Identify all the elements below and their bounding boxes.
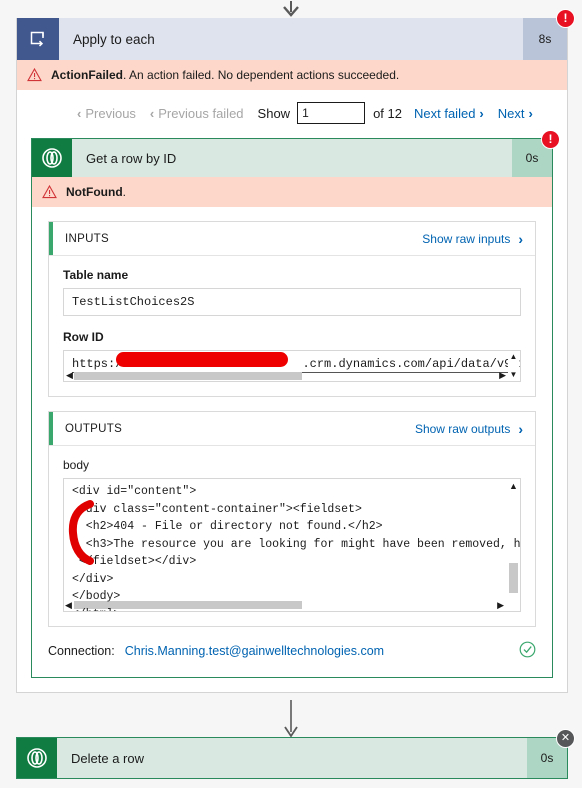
- get-row-failure-message: .: [122, 185, 126, 199]
- get-row-action-wrapper: ! Get a row by ID 0s NotFound . INPUTS S…: [17, 130, 567, 692]
- warning-triangle-icon-2: [42, 185, 57, 199]
- table-name-label: Table name: [63, 268, 129, 282]
- show-label: Show: [257, 105, 291, 121]
- dataverse-icon: [32, 139, 72, 177]
- get-row-failure-banner: NotFound .: [32, 177, 552, 207]
- get-row-by-id-card[interactable]: ! Get a row by ID 0s NotFound . INPUTS S…: [31, 130, 560, 678]
- inputs-fields: Table name TestListChoices2S Row ID http…: [49, 256, 535, 396]
- failure-code: ActionFailed: [51, 68, 124, 82]
- row-id-suffix: .crm.dynamics.com/api/data/v9.1/cr: [302, 357, 520, 371]
- previous-label: Previous: [85, 105, 136, 121]
- flow-run-details-page: ! Apply to each 8s ActionFailed . An act…: [0, 0, 582, 788]
- row-id-value-box[interactable]: https:/XXXXXXXXXXXXXXXXXXXXXXXXX.crm.dyn…: [63, 350, 521, 382]
- get-row-failure-code: NotFound: [66, 185, 123, 199]
- mid-connector-arrow: [0, 700, 582, 740]
- down-arrow-icon-2: [284, 700, 298, 738]
- body-label: body: [63, 458, 90, 472]
- table-name-value[interactable]: TestListChoices2S: [63, 288, 521, 316]
- row-id-prefix: https:/: [72, 357, 123, 371]
- get-row-error-badge: !: [541, 130, 560, 149]
- row-id-label: Row ID: [63, 330, 104, 344]
- delete-a-row-header[interactable]: Delete a row 0s: [17, 738, 567, 778]
- apply-to-each-header[interactable]: Apply to each 8s: [17, 18, 567, 60]
- show-raw-outputs-label: Show raw outputs: [414, 421, 511, 436]
- inputs-section: INPUTS Show raw inputs › Table name Test…: [48, 221, 536, 397]
- next-label: Next: [497, 105, 525, 121]
- down-arrow-icon: [283, 1, 299, 17]
- outputs-fields: body <div id="content"> <div class="cont…: [49, 446, 535, 626]
- connection-value[interactable]: Chris.Manning.test@gainwelltechnologies.…: [125, 644, 384, 658]
- chevron-right-icon: ›: [479, 105, 484, 121]
- chevron-right-icon-3: ›: [518, 230, 523, 247]
- scroll-left-arrow-icon[interactable]: ◀: [66, 371, 73, 380]
- next-button[interactable]: Next ›: [498, 106, 533, 121]
- outputs-accent-bar: [49, 412, 53, 445]
- inputs-accent-bar: [49, 222, 53, 255]
- row-id-scroll-thumb[interactable]: [74, 372, 302, 380]
- scroll-up-arrow-icon[interactable]: ▲: [510, 352, 518, 361]
- inputs-title: INPUTS: [65, 232, 109, 245]
- apply-to-each-failure-banner: ActionFailed . An action failed. No depe…: [17, 60, 567, 90]
- delete-a-row-close-badge[interactable]: ✕: [556, 729, 575, 748]
- apply-to-each-error-badge: !: [556, 9, 575, 28]
- previous-button[interactable]: ‹ Previous: [77, 106, 136, 121]
- next-failed-button[interactable]: Next failed ›: [414, 106, 484, 121]
- top-connector-arrow: [0, 0, 582, 18]
- show-raw-inputs-label: Show raw inputs: [422, 231, 511, 246]
- chevron-right-icon-4: ›: [518, 420, 523, 437]
- chevron-right-icon-2: ›: [528, 105, 533, 121]
- scroll-right-arrow-icon[interactable]: ▶: [499, 371, 506, 380]
- get-row-header[interactable]: Get a row by ID 0s: [32, 139, 552, 177]
- body-value-box[interactable]: <div id="content"> <div class="content-c…: [63, 478, 521, 612]
- outputs-section: OUTPUTS Show raw outputs › body <div id=…: [48, 411, 536, 627]
- loop-icon: [17, 18, 59, 60]
- chevron-left-icon: ‹: [77, 105, 82, 121]
- failure-message: . An action failed. No dependent actions…: [123, 68, 400, 82]
- get-row-title: Get a row by ID: [86, 150, 177, 166]
- redaction-mark: [116, 352, 288, 367]
- body-value-text: <div id="content"> <div class="content-c…: [72, 485, 521, 611]
- previous-failed-button[interactable]: ‹ Previous failed: [150, 106, 244, 121]
- show-raw-inputs-button[interactable]: Show raw inputs ›: [422, 231, 523, 247]
- previous-failed-label: Previous failed: [158, 105, 244, 121]
- outputs-title: OUTPUTS: [65, 422, 123, 435]
- outputs-section-header: OUTPUTS Show raw outputs ›: [49, 412, 535, 446]
- apply-to-each-card[interactable]: ! Apply to each 8s ActionFailed . An act…: [16, 9, 575, 693]
- page-total-label: of 12: [373, 105, 402, 121]
- next-failed-label: Next failed: [414, 105, 476, 121]
- chevron-left-icon-2: ‹: [149, 105, 155, 121]
- row-id-vertical-scroll-stub[interactable]: ▲ ▼: [508, 352, 519, 379]
- inputs-section-header: INPUTS Show raw inputs ›: [49, 222, 535, 256]
- delete-a-row-title: Delete a row: [71, 750, 144, 766]
- iteration-pager: ‹ Previous ‹ Previous failed Show of 12 …: [17, 90, 567, 136]
- show-raw-outputs-button[interactable]: Show raw outputs ›: [415, 421, 523, 437]
- row-id-horizontal-scrollbar[interactable]: ◀ ▶: [64, 370, 520, 381]
- warning-triangle-icon: [27, 68, 42, 82]
- page-number-input[interactable]: [297, 102, 366, 124]
- dataverse-icon-2: [17, 738, 57, 778]
- check-circle-icon: [519, 641, 536, 661]
- connection-row: Connection: Chris.Manning.test@gainwellt…: [32, 627, 552, 677]
- apply-to-each-title: Apply to each: [73, 31, 155, 47]
- connection-label: Connection:: [48, 644, 115, 658]
- scroll-down-arrow-icon[interactable]: ▼: [510, 370, 518, 379]
- delete-a-row-card[interactable]: ✕ Delete a row 0s: [16, 729, 575, 779]
